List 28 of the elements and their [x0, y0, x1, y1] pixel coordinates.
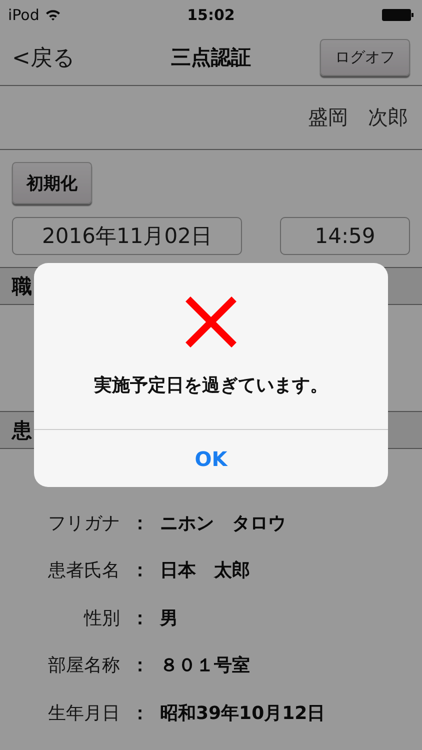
user-name: 盛岡 次郎: [308, 104, 408, 131]
field-label: 部屋名称: [48, 654, 120, 678]
wifi-icon: [45, 9, 62, 21]
date-field[interactable]: 2016年11月02日: [12, 217, 242, 255]
field-value: ニホン タロウ: [160, 512, 287, 535]
field-label: 性別: [84, 606, 120, 630]
colon-separator: ：: [130, 606, 150, 630]
colon-separator: ：: [130, 702, 150, 725]
clock-time: 15:02: [187, 6, 235, 24]
time-field[interactable]: 14:59: [280, 217, 410, 255]
colon-separator: ：: [130, 654, 150, 678]
reset-button[interactable]: 初期化: [12, 162, 92, 204]
screen-title: 三点認証: [171, 44, 251, 71]
back-link[interactable]: <戻る: [12, 42, 171, 72]
field-value: ８０１号室: [160, 654, 251, 678]
field-label: 患者氏名: [48, 559, 120, 582]
carrier-name: iPod: [8, 6, 40, 24]
battery-icon: [382, 9, 414, 21]
alert-message: 実施予定日を過ぎています。: [94, 374, 328, 397]
logoff-button[interactable]: ログオフ: [320, 39, 410, 76]
field-value: 昭和39年10月12日: [160, 702, 326, 725]
field-value: 日本 太郎: [160, 559, 251, 582]
field-value: 男: [160, 606, 179, 630]
field-label: フリガナ: [48, 512, 120, 535]
colon-separator: ：: [130, 512, 150, 535]
error-cross-icon: [184, 295, 238, 349]
field-label: 生年月日: [48, 702, 120, 725]
colon-separator: ：: [130, 559, 150, 582]
